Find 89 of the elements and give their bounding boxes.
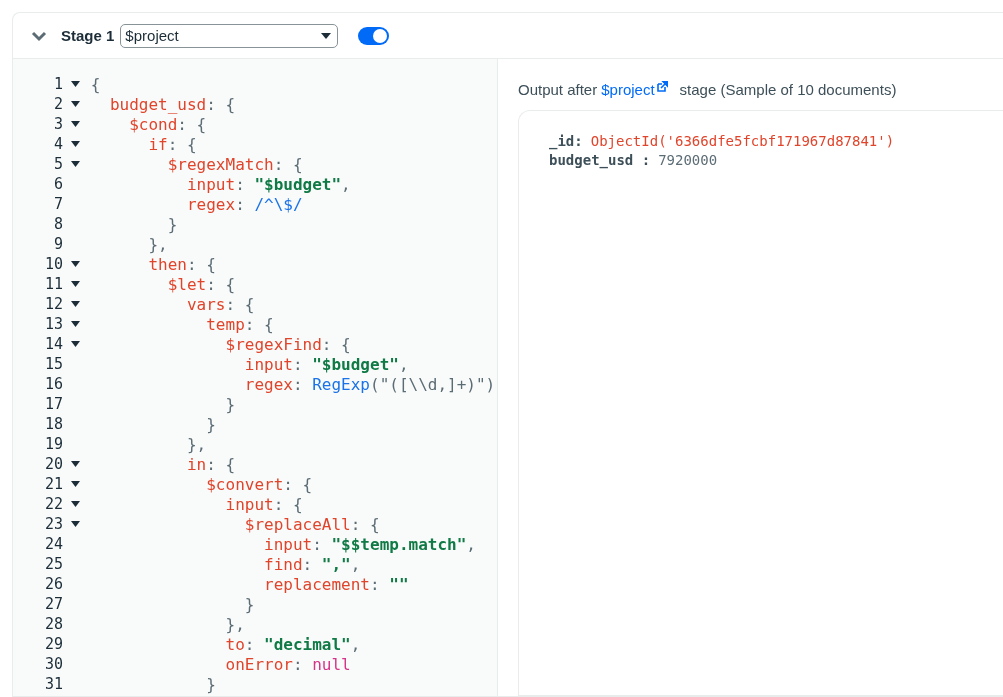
code-line: }, [147,234,168,254]
code-line: { [89,74,101,94]
line-number: 6 [53,175,63,193]
line-number: 12 [44,295,63,313]
field-value: 7920000 [658,152,718,168]
line-number: 9 [53,235,63,253]
code-line: input: "$$temp.match", [263,534,476,554]
fold-caret-icon[interactable] [70,321,80,327]
code-line: if: { [147,134,197,154]
fold-caret-icon[interactable] [70,281,80,287]
code-line: }, [185,434,207,454]
code-line: onError: null [224,654,351,674]
fold-caret-icon[interactable] [70,341,80,347]
line-number: 10 [44,255,63,273]
code-line: } [224,394,236,414]
code-line: input: { [224,494,303,514]
output-heading: Output after $project stage (Sample of 10 documents) [518,81,898,98]
code-line: } [205,674,216,694]
code-editor[interactable] [13,59,498,696]
code-line: find: ",", [263,554,361,574]
code-line: }, [224,614,245,634]
code-line: $replaceAll: { [243,514,380,534]
line-number: 27 [44,595,63,613]
operator-link[interactable]: $project [601,81,668,98]
caret-icon [321,32,332,39]
line-number: 15 [44,355,63,373]
line-number: 29 [44,635,63,653]
line-number: 7 [53,195,63,213]
code-line: } [205,414,216,434]
fold-caret-icon[interactable] [70,121,80,127]
line-number: 23 [44,515,63,533]
line-number: 22 [44,495,63,513]
code-line: replacement: "" [263,574,409,594]
code-line: $cond: { [128,114,207,134]
line-number: 19 [44,435,63,453]
code-line: input: "$budget", [185,174,351,194]
line-number: 25 [44,555,63,573]
code-line: in: { [185,454,236,474]
operator-dropdown[interactable]: $project [120,23,339,48]
line-number: 31 [44,675,63,693]
fold-caret-icon[interactable] [70,481,80,487]
code-line: } [166,214,178,234]
line-number: 24 [44,535,63,553]
line-number: 17 [44,395,63,413]
line-number: 1 [53,75,63,93]
line-number: 21 [44,475,63,493]
code-line: $let: { [166,274,236,294]
line-number: 26 [44,575,63,593]
field-key: _id: [549,133,583,149]
chevron-icon[interactable] [31,29,47,42]
line-number: 28 [44,615,63,633]
fold-caret-icon[interactable] [70,261,80,267]
stage-label: Stage 1 [61,27,115,44]
stage-toggle[interactable] [358,26,390,45]
fold-caret-icon[interactable] [70,301,80,307]
code-line: budget_usd: { [108,94,236,114]
code-line: vars: { [185,294,255,314]
fold-caret-icon[interactable] [70,501,80,507]
line-number: 20 [44,455,63,473]
code-line: regex: /^\$/ [185,194,303,214]
line-number: 4 [53,135,63,153]
line-number: 5 [53,155,63,173]
fold-caret-icon[interactable] [70,161,80,167]
code-line: temp: { [205,314,274,334]
code-line: regex: RegExp("([\\d,]+)") [243,374,496,394]
external-link-icon [656,81,668,92]
field-value: ObjectId('6366dfe5fcbf171967d87841') [590,133,895,149]
line-number: 30 [44,655,63,673]
code-line: to: "decimal", [224,634,361,654]
fold-caret-icon[interactable] [70,101,80,107]
code-line: $convert: { [205,474,313,494]
fold-caret-icon[interactable] [70,141,80,147]
code-line: $regexFind: { [224,334,351,354]
line-number: 2 [53,95,63,113]
line-number: 18 [44,415,63,433]
code-line: input: "$budget", [243,354,409,374]
fold-caret-icon[interactable] [70,521,80,527]
code-line: then: { [147,254,216,274]
code-line: } [243,594,255,614]
field-key: budget_usd : [549,152,651,168]
line-number: 3 [53,115,63,133]
code-line: $regexMatch: { [166,154,303,174]
line-number: 16 [44,375,63,393]
fold-caret-icon[interactable] [70,81,80,87]
fold-caret-icon[interactable] [70,461,80,467]
line-number: 8 [53,215,63,233]
line-number: 13 [44,315,63,333]
line-number: 11 [44,275,63,293]
line-number: 14 [44,335,63,353]
